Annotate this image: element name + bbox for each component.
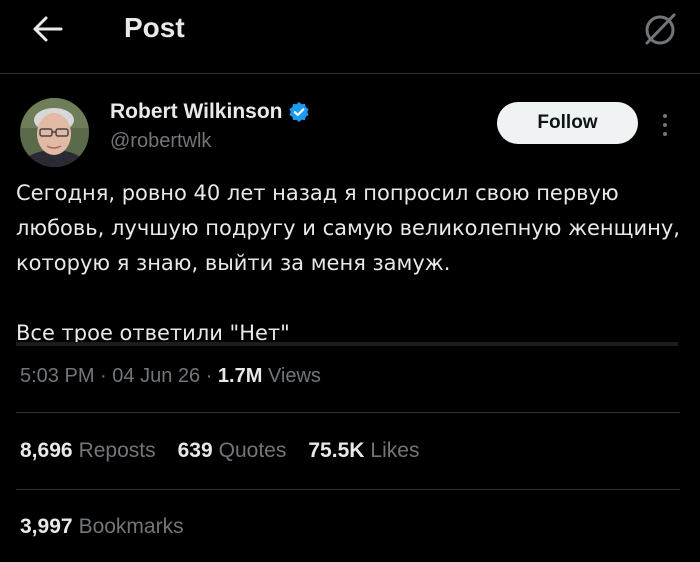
author-display-name[interactable]: Robert Wilkinson: [110, 100, 282, 124]
grok-button[interactable]: [638, 10, 682, 50]
likes-stat[interactable]: 75.5K Likes: [308, 439, 419, 463]
quotes-label: Quotes: [218, 439, 287, 462]
author-row: Robert Wilkinson @robertwlk Follow: [0, 90, 700, 170]
arrow-left-icon: [33, 16, 63, 42]
page-title: Post: [124, 12, 185, 43]
top-bar: Post: [0, 0, 700, 74]
more-options-button[interactable]: [655, 110, 675, 140]
tweet-date[interactable]: 04 Jun 26: [112, 365, 200, 387]
divider: [16, 489, 680, 490]
likes-count: 75.5K: [308, 439, 365, 462]
bookmarks-count: 3,997: [20, 515, 73, 538]
follow-button[interactable]: Follow: [497, 102, 638, 144]
back-button[interactable]: [28, 12, 68, 46]
tweet-time[interactable]: 5:03 PM: [20, 365, 94, 387]
engagement-stats: 8,696 Reposts 639 Quotes 75.5K Likes: [20, 439, 419, 463]
verified-badge-icon: [289, 102, 310, 122]
author-name-row: Robert Wilkinson: [110, 100, 310, 124]
tweet-meta: 5:03 PM · 04 Jun 26 · 1.7M Views: [20, 365, 321, 387]
reposts-count: 8,696: [20, 439, 73, 462]
bookmarks-stat[interactable]: 3,997 Bookmarks: [20, 515, 184, 539]
divider: [16, 412, 680, 413]
reposts-stat[interactable]: 8,696 Reposts: [20, 439, 156, 463]
quotes-stat[interactable]: 639 Quotes: [178, 439, 287, 463]
divider: [16, 342, 678, 346]
bookmarks-label: Bookmarks: [78, 515, 184, 538]
more-dot-icon: [663, 114, 667, 118]
reposts-label: Reposts: [78, 439, 156, 462]
author-handle[interactable]: @robertwlk: [110, 130, 211, 153]
tweet-paragraph: Сегодня, ровно 40 лет назад я попросил с…: [16, 181, 680, 275]
quotes-count: 639: [177, 439, 213, 462]
grok-icon: [645, 13, 676, 45]
views-label: Views: [267, 365, 321, 387]
avatar-image: [20, 98, 89, 167]
more-dot-icon: [663, 123, 667, 127]
likes-label: Likes: [370, 439, 420, 462]
avatar[interactable]: [20, 98, 89, 167]
more-dot-icon: [663, 132, 667, 136]
tweet-body: Сегодня, ровно 40 лет назад я попросил с…: [16, 176, 686, 351]
views-count: 1.7M: [217, 365, 263, 387]
